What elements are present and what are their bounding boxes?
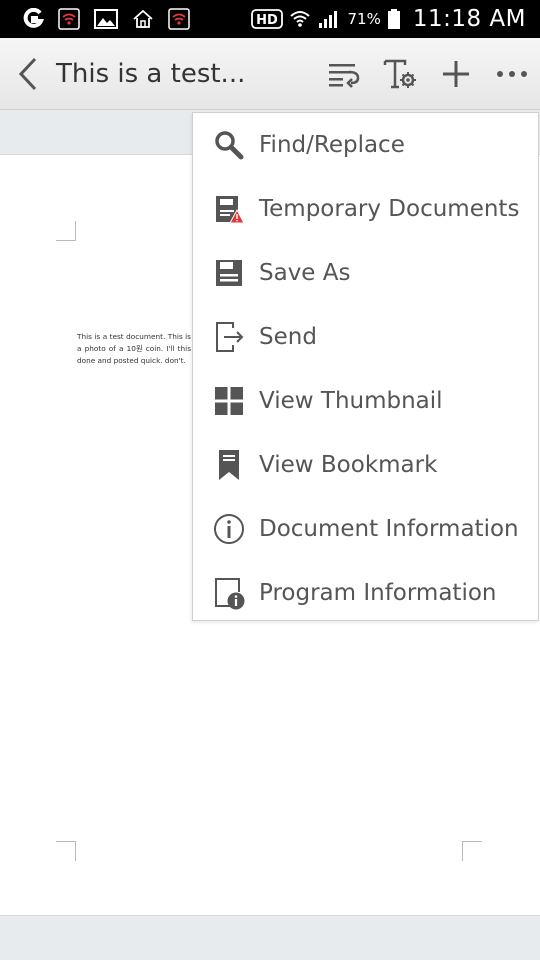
toolbar: This is a test...	[0, 38, 540, 110]
toolbar-actions	[316, 38, 540, 110]
more-dots-icon	[497, 70, 527, 77]
menu-item-label: Send	[259, 324, 317, 350]
menu-item-view-bookmark[interactable]: View Bookmark	[193, 433, 538, 497]
menu-item-label: View Bookmark	[259, 452, 438, 478]
send-icon	[193, 320, 259, 354]
status-bar: HD 71% 11:18 AM	[0, 0, 540, 38]
program-info-icon	[193, 576, 259, 610]
home-icon	[132, 8, 154, 30]
gallery-icon	[94, 8, 118, 30]
wifi-icon	[289, 8, 311, 30]
menu-item-document-information[interactable]: Document Information	[193, 497, 538, 561]
hd-voice-icon: HD	[251, 8, 284, 30]
add-button[interactable]	[428, 38, 484, 110]
overflow-menu: Find/Replace Temporary Documents Save As…	[192, 112, 539, 621]
carrier-logo-icon	[22, 8, 44, 30]
menu-item-program-information[interactable]: Program Information	[193, 561, 538, 625]
clock: 11:18 AM	[412, 6, 526, 32]
notification-icons	[0, 8, 190, 30]
page-margin-mark-bottom-right	[462, 841, 482, 861]
temp-document-icon	[193, 193, 259, 225]
battery-percent: 71%	[347, 10, 381, 28]
menu-item-save-as[interactable]: Save As	[193, 241, 538, 305]
back-button[interactable]	[0, 38, 56, 110]
menu-item-label: View Thumbnail	[259, 388, 443, 414]
document-title: This is a test...	[56, 58, 246, 89]
text-format-icon	[383, 59, 416, 88]
menu-item-temporary-documents[interactable]: Temporary Documents	[193, 177, 538, 241]
system-indicators: HD 71% 11:18 AM	[251, 6, 540, 32]
thumbnail-icon	[193, 385, 259, 417]
chevron-left-icon	[18, 57, 37, 90]
wifi-warning-icon	[58, 8, 80, 30]
more-options-button[interactable]	[484, 38, 540, 110]
bookmark-icon	[193, 448, 259, 482]
menu-item-send[interactable]: Send	[193, 305, 538, 369]
menu-item-label: Temporary Documents	[259, 196, 520, 222]
text-format-button[interactable]	[372, 38, 428, 110]
plus-icon	[443, 60, 469, 87]
menu-item-label: Document Information	[259, 516, 519, 542]
info-icon	[193, 513, 259, 545]
text-wrap-button[interactable]	[316, 38, 372, 110]
wifi-warning-icon-2	[168, 8, 190, 30]
signal-icon	[317, 8, 341, 30]
page-margin-mark-bottom-left	[56, 841, 76, 861]
menu-item-view-thumbnail[interactable]: View Thumbnail	[193, 369, 538, 433]
menu-item-label: Find/Replace	[259, 132, 405, 158]
save-icon	[193, 257, 259, 289]
menu-item-label: Program Information	[259, 580, 497, 606]
menu-item-find-replace[interactable]: Find/Replace	[193, 113, 538, 177]
page-margin-mark-top-left	[56, 221, 76, 241]
screen: HD 71% 11:18 AM This is a test... This i…	[0, 0, 540, 960]
text-wrap-icon	[329, 63, 360, 88]
hd-label: HD	[257, 13, 279, 28]
battery-icon	[387, 8, 401, 30]
document-body-text[interactable]: This is a test document. This is a photo…	[77, 331, 191, 391]
search-icon	[193, 129, 259, 161]
menu-item-label: Save As	[259, 260, 351, 286]
